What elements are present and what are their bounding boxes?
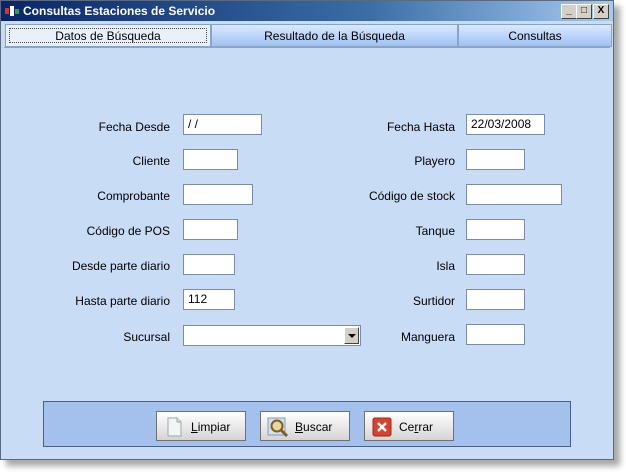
playero-label: Playero <box>414 154 455 168</box>
desde-parte-diario-input[interactable] <box>183 254 235 275</box>
codigo-stock-input[interactable] <box>466 184 562 205</box>
tab-label: Datos de Búsqueda <box>9 28 207 43</box>
button-bar: Limpiar Buscar Cerrar <box>43 401 571 447</box>
cerrar-label: Cerrar <box>399 420 434 434</box>
search-panel <box>4 47 610 456</box>
sucursal-select[interactable] <box>183 325 361 346</box>
comprobante-label: Comprobante <box>97 189 170 203</box>
tab-strip: Datos de Búsqueda Resultado de la Búsque… <box>1 24 613 48</box>
tab-datos-busqueda[interactable]: Datos de Búsqueda <box>5 24 211 47</box>
title-bar[interactable]: Consultas Estaciones de Servicio _ □ X <box>1 1 613 21</box>
buscar-button[interactable]: Buscar <box>260 411 350 441</box>
sucursal-label: Sucursal <box>123 330 170 344</box>
limpiar-label: Limpiar <box>191 420 231 434</box>
fecha-hasta-label: Fecha Hasta <box>386 120 455 134</box>
minimize-button[interactable]: _ <box>561 4 577 19</box>
cliente-input[interactable] <box>183 149 238 170</box>
fecha-desde-label: Fecha Desde <box>98 120 170 134</box>
window-title: Consultas Estaciones de Servicio <box>23 4 216 18</box>
surtidor-label: Surtidor <box>412 294 455 308</box>
tab-resultado-busqueda[interactable]: Resultado de la Búsqueda <box>211 24 458 47</box>
document-icon <box>167 417 182 437</box>
codigo-stock-label: Código de stock <box>368 189 455 203</box>
fecha-desde-input[interactable]: / / <box>183 114 262 135</box>
magnifier-icon <box>267 417 289 438</box>
isla-label: Isla <box>436 259 455 273</box>
cerrar-button[interactable]: Cerrar <box>364 411 454 441</box>
manguera-label: Manguera <box>400 330 455 344</box>
comprobante-input[interactable] <box>183 184 253 205</box>
hasta-parte-diario-input[interactable]: 112 <box>183 289 235 310</box>
app-icon <box>5 6 19 16</box>
tab-consultas[interactable]: Consultas <box>458 24 612 47</box>
chevron-down-icon[interactable] <box>344 327 359 344</box>
surtidor-input[interactable] <box>466 289 525 310</box>
codigo-pos-input[interactable] <box>183 219 238 240</box>
main-window: Consultas Estaciones de Servicio _ □ X D… <box>0 0 614 460</box>
manguera-input[interactable] <box>466 324 525 345</box>
playero-input[interactable] <box>466 149 525 170</box>
fecha-hasta-input[interactable]: 22/03/2008 <box>466 114 545 135</box>
close-x-icon <box>372 417 392 437</box>
cliente-label: Cliente <box>132 154 170 168</box>
isla-input[interactable] <box>466 254 525 275</box>
tanque-label: Tanque <box>415 224 455 238</box>
limpiar-button[interactable]: Limpiar <box>156 411 246 441</box>
desde-parte-diario-label: Desde parte diario <box>71 259 170 273</box>
maximize-button[interactable]: □ <box>576 4 592 19</box>
codigo-pos-label: Código de POS <box>86 224 170 238</box>
hasta-parte-diario-label: Hasta parte diario <box>75 294 170 308</box>
close-button[interactable]: X <box>593 4 609 19</box>
tanque-input[interactable] <box>466 219 525 240</box>
buscar-label: Buscar <box>295 420 333 434</box>
